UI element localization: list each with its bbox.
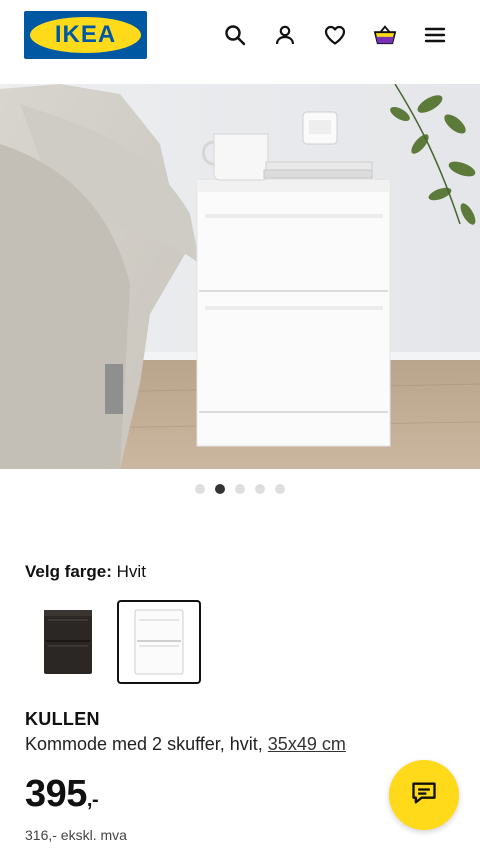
logo-text: IKEA [54,21,117,48]
gallery-dot[interactable] [195,484,205,494]
gallery-dot[interactable] [235,484,245,494]
gallery-dot-active[interactable] [215,484,225,494]
color-swatch-white[interactable] [117,600,201,684]
gallery-dots [0,484,480,494]
color-swatch-black-brown[interactable] [26,600,110,684]
color-selected-value: Hvit [116,562,146,581]
product-name: KULLEN [25,709,100,729]
price-amount: 395 [25,773,87,815]
product-description-line: Kommode med 2 skuffer, hvit, 35x49 cm [25,734,346,755]
product-image[interactable] [0,84,480,469]
chat-button[interactable] [389,760,459,830]
color-label-title: Velg farge: [25,562,112,581]
gallery-dot[interactable] [275,484,285,494]
product-price: 395,- [25,773,99,816]
ikea-logo[interactable]: IKEA [24,11,147,59]
basket-icon[interactable] [372,22,398,48]
product-description: Kommode med 2 skuffer, hvit, [25,734,263,754]
menu-icon[interactable] [422,22,448,48]
user-icon[interactable] [272,22,298,48]
search-icon[interactable] [222,22,248,48]
top-header: IKEA [0,0,480,85]
product-dimensions-link[interactable]: 35x49 cm [268,734,346,754]
heart-icon[interactable] [322,22,348,48]
price-ex-vat: 316,- ekskl. mva [25,827,127,843]
color-label: Velg farge: Hvit [25,562,146,582]
gallery-dot[interactable] [255,484,265,494]
price-suffix: ,- [86,789,99,811]
chat-icon [410,779,438,812]
